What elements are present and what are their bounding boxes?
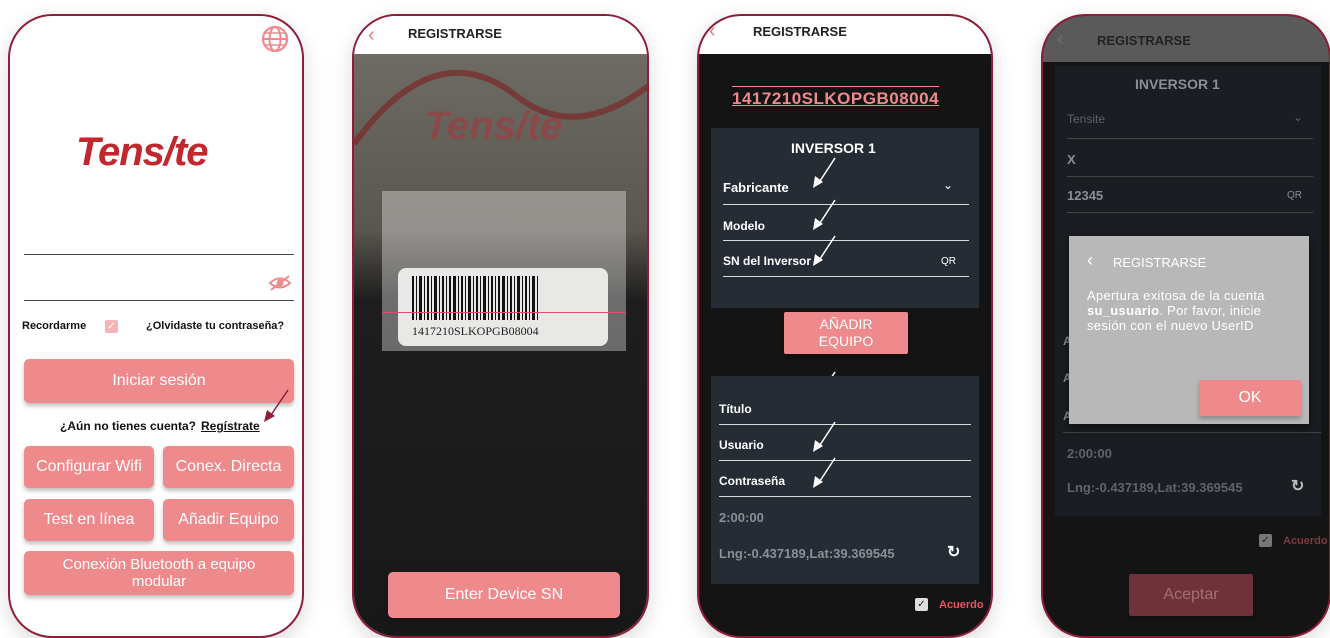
barcode-label: 1417210SLKOPGB08004 <box>398 268 608 346</box>
add-equipment-button[interactable]: AÑADIR EQUIPO <box>784 312 908 354</box>
pointer-arrow-icon <box>813 235 836 266</box>
chevron-down-icon[interactable]: ⌄ <box>943 178 953 192</box>
card-title: INVERSOR 1 <box>791 140 876 156</box>
divider <box>719 460 971 461</box>
back-icon[interactable]: ‹ <box>1057 28 1064 51</box>
sn-value[interactable]: 12345 <box>1067 188 1103 203</box>
location-value: Lng:-0.437189,Lat:39.369545 <box>1067 480 1243 495</box>
header: ‹ REGISTRARSE <box>354 16 647 54</box>
dialog-title: REGISTRARSE <box>1113 255 1207 270</box>
accept-button[interactable]: Aceptar <box>1129 574 1253 616</box>
pointer-arrow-icon <box>813 199 836 230</box>
enter-device-sn-button[interactable]: Enter Device SN <box>388 572 620 618</box>
username-field[interactable]: Usuario <box>719 438 764 452</box>
back-icon[interactable]: ‹ <box>709 20 716 43</box>
login-button[interactable]: Iniciar sesión <box>24 359 294 403</box>
serial-number: 1417210SLKOPGB08004 <box>732 86 940 109</box>
time-value: 2:00:00 <box>719 510 764 525</box>
divider <box>719 424 971 425</box>
pointer-arrow-icon <box>813 421 836 452</box>
register-link[interactable]: Regístrate <box>201 419 260 433</box>
direct-connection-button[interactable]: Conex. Directa <box>163 446 294 488</box>
pointer-arrow-icon <box>813 157 836 188</box>
model-field[interactable]: Modelo <box>723 219 765 233</box>
login-screen: Tens/te Recordarme ✓ ¿Olvidaste tu contr… <box>8 14 304 638</box>
app-logo: Tens/te <box>76 130 209 174</box>
success-screen: ‹ REGISTRARSE INVERSOR 1 Tensite ⌄ X 123… <box>1041 14 1330 638</box>
agree-checkbox[interactable]: ✓ <box>1259 534 1272 547</box>
qr-button[interactable]: QR <box>941 256 956 267</box>
barcode-text: 1417210SLKOPGB08004 <box>412 324 539 338</box>
bluetooth-connection-button[interactable]: Conexión Bluetooth a equipo modular <box>24 551 294 595</box>
scanner-screen: Tens/te 1417210SLKOPGB08004 ‹ REGISTRARS… <box>352 14 649 638</box>
online-test-button[interactable]: Test en línea <box>24 499 154 541</box>
refresh-icon[interactable]: ↻ <box>1291 476 1304 496</box>
barcode-icon <box>412 276 538 320</box>
username-underline <box>24 254 294 255</box>
divider <box>723 204 969 205</box>
inverter-card: INVERSOR 1 Fabricante ⌄ Modelo SN del In… <box>711 128 979 308</box>
header-title: REGISTRARSE <box>408 26 502 41</box>
ok-button[interactable]: OK <box>1199 380 1301 416</box>
header: ‹ REGISTRARSE <box>699 16 991 54</box>
divider <box>723 276 969 277</box>
time-value: 2:00:00 <box>1067 446 1112 461</box>
dialog-message: Apertura exitosa de la cuenta su_usuario… <box>1087 288 1295 333</box>
configure-wifi-button[interactable]: Configurar Wifi <box>24 446 154 488</box>
divider <box>1067 138 1313 139</box>
password-field[interactable]: Contraseña <box>719 474 785 488</box>
forgot-password-link[interactable]: ¿Olvidaste tu contraseña? <box>146 320 284 332</box>
manufacturer-field[interactable]: Fabricante <box>723 180 789 195</box>
remember-label: Recordarme <box>22 320 87 332</box>
agree-label: Acuerdo <box>939 599 984 611</box>
header-title: REGISTRARSE <box>1097 33 1191 48</box>
divider <box>1067 176 1313 177</box>
divider <box>719 496 971 497</box>
title-field[interactable]: Título <box>719 402 752 416</box>
password-field[interactable] <box>24 266 294 301</box>
account-card: Título Usuario Contraseña 2:00:00 Lng:-0… <box>711 376 979 584</box>
dialog-back-icon[interactable]: ‹ <box>1087 250 1093 271</box>
divider <box>1067 212 1313 213</box>
divider <box>1063 432 1321 433</box>
success-dialog: ‹ REGISTRARSE Apertura exitosa de la cue… <box>1069 236 1309 424</box>
remember-checkbox[interactable]: ✓ <box>105 320 118 333</box>
back-icon[interactable]: ‹ <box>368 24 375 47</box>
divider <box>723 240 969 241</box>
dialog-username: su_usuario <box>1087 303 1160 318</box>
agree-checkbox[interactable]: ✓ <box>915 598 928 611</box>
eye-off-icon[interactable] <box>268 274 292 297</box>
header: ‹ REGISTRARSE <box>1043 16 1329 62</box>
chevron-down-icon[interactable]: ⌄ <box>1293 110 1303 124</box>
no-account-text: ¿Aún no tienes cuenta? <box>60 419 197 433</box>
pointer-arrow-icon <box>264 389 289 422</box>
background-logo: Tens/te <box>424 104 563 148</box>
globe-icon[interactable] <box>260 24 290 54</box>
qr-button[interactable]: QR <box>1287 190 1302 201</box>
scan-line <box>382 312 626 313</box>
sn-field[interactable]: SN del Inversor <box>723 254 811 268</box>
add-device-button[interactable]: Añadir Equipo <box>163 499 294 541</box>
pointer-arrow-icon <box>813 457 836 488</box>
manufacturer-value[interactable]: Tensite <box>1067 112 1105 126</box>
agree-label: Acuerdo <box>1283 535 1328 547</box>
dialog-message-pre: Apertura exitosa de la cuenta <box>1087 288 1265 303</box>
location-value: Lng:-0.437189,Lat:39.369545 <box>719 546 895 561</box>
card-title: INVERSOR 1 <box>1135 76 1220 92</box>
refresh-icon[interactable]: ↻ <box>947 542 960 562</box>
register-screen: ‹ REGISTRARSE 1417210SLKOPGB08004 INVERS… <box>697 14 993 638</box>
header-title: REGISTRARSE <box>753 24 847 39</box>
model-value[interactable]: X <box>1067 152 1076 167</box>
